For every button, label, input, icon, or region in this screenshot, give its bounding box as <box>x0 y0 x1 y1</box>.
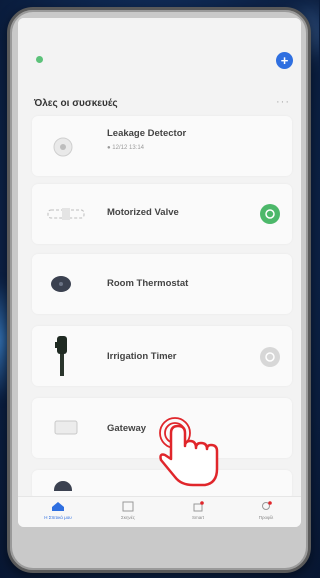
home-icon <box>52 502 64 511</box>
tab-label: Η Σπιτικό μου <box>44 515 72 520</box>
device-card-irrigation-timer[interactable]: Irrigation Timer <box>32 326 292 386</box>
device-name: Gateway <box>107 423 147 434</box>
scenes-icon <box>122 501 134 512</box>
tab-label: Προφίλ <box>258 515 274 520</box>
power-toggle-on[interactable] <box>260 204 280 224</box>
valve-icon <box>47 208 85 220</box>
device-subtitle: ● 12/12 13:14 <box>107 145 144 151</box>
profile-icon <box>262 501 272 510</box>
power-icon <box>265 352 275 362</box>
power-toggle-off[interactable] <box>260 347 280 367</box>
tab-label: Smart <box>191 515 204 520</box>
add-device-button[interactable]: + <box>276 52 293 69</box>
device-card-room-thermostat[interactable]: Room Thermostat <box>32 254 292 314</box>
device-name: Room Thermostat <box>107 278 189 289</box>
device-name: Motorized Valve <box>107 207 179 218</box>
device-name: Leakage Detector <box>107 128 187 139</box>
home-status-dot <box>36 56 43 63</box>
gateway-icon <box>54 420 78 435</box>
tab-label: Σκηνές <box>121 515 135 520</box>
power-icon <box>265 209 275 219</box>
header: + Όλες οι συσκευές ··· <box>18 18 301 118</box>
tab-profile[interactable]: Προφίλ <box>236 501 296 520</box>
device-card-motorized-valve[interactable]: Motorized Valve <box>32 184 292 244</box>
page-title: Όλες οι συσκευές <box>34 98 118 109</box>
more-options-button[interactable]: ··· <box>276 96 290 108</box>
tap-hand-icon <box>159 417 219 487</box>
tab-scenes[interactable]: Σκηνές <box>98 501 158 520</box>
tab-home[interactable]: Η Σπιτικό μου <box>28 501 88 520</box>
thermostat-icon <box>51 276 71 292</box>
device-card-leakage-detector[interactable]: Leakage Detector ● 12/12 13:14 <box>32 116 292 176</box>
irrigation-icon <box>55 336 67 376</box>
app-screen: + Όλες οι συσκευές ··· Leakage Detector … <box>18 18 301 527</box>
leak-sensor-icon <box>53 137 73 157</box>
device-name: Irrigation Timer <box>107 351 177 362</box>
device-icon-partial <box>54 481 72 491</box>
